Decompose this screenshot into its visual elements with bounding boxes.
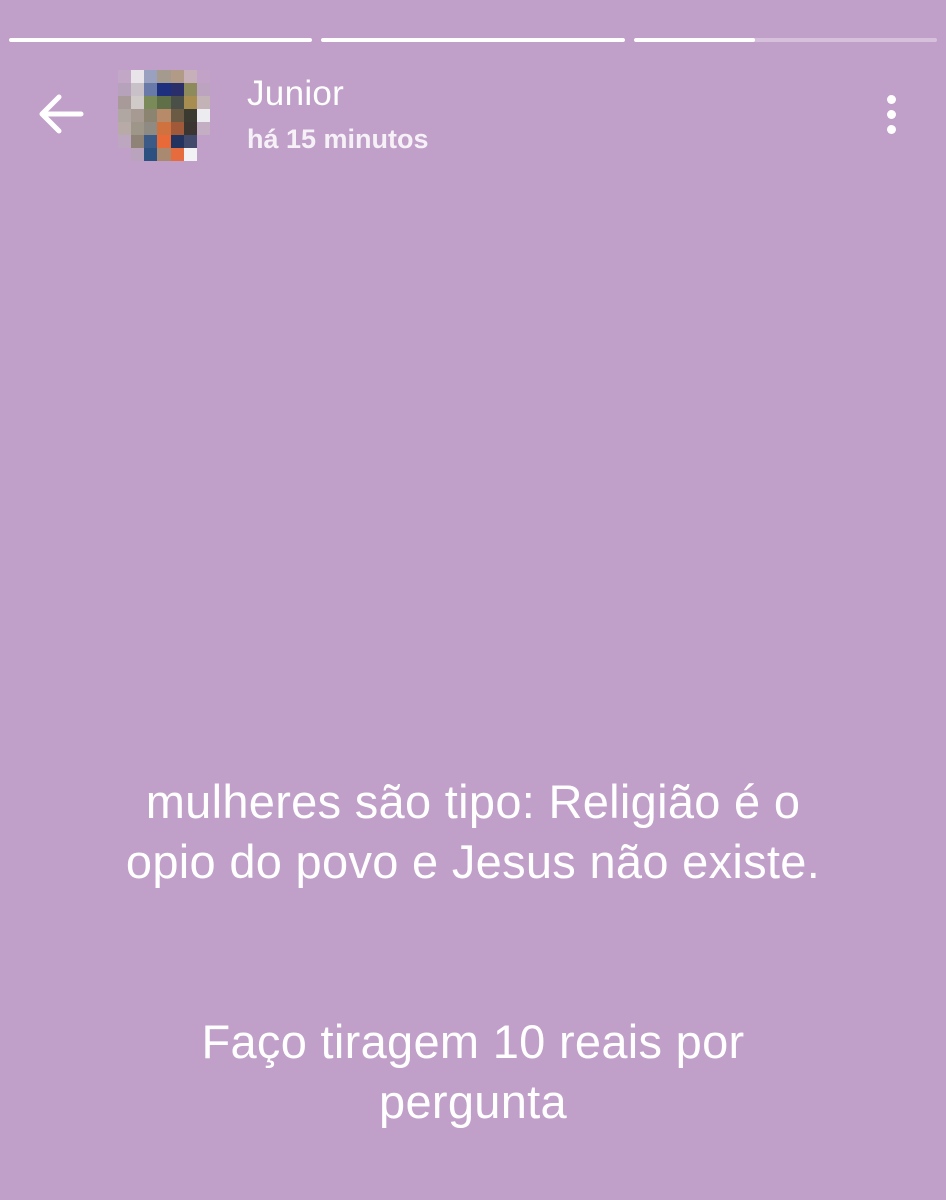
story-text-line: Faço tiragem 10 reais por [201,1015,745,1068]
progress-fill-3 [633,38,755,42]
story-view[interactable]: Junior há 15 minutos mulheres são tipo: … [0,0,946,1200]
more-options-button[interactable] [866,86,916,142]
more-vertical-icon [886,94,896,104]
arrow-left-icon [39,94,84,134]
progress-segment-2 [321,38,625,42]
more-vertical-icon-dot [886,124,896,134]
avatar[interactable] [118,70,223,161]
more-vertical-icon-dot [886,109,896,119]
progress-fill-1 [9,38,313,42]
story-text-line: mulheres são tipo: Religião é o [145,775,801,828]
progress-fill-2 [321,38,625,42]
user-name[interactable]: Junior [247,74,344,114]
story-timestamp: há 15 minutos [247,124,429,154]
story-text: mulheres são tipo: Religião é o opio do … [20,772,926,1132]
progress-segment-3 [633,38,937,42]
back-button[interactable] [30,84,90,144]
story-text-line: pergunta [379,1075,567,1128]
story-progress-bar [9,38,937,42]
progress-segment-1 [9,38,313,42]
story-text-line: opio do povo e Jesus não existe. [125,835,821,888]
